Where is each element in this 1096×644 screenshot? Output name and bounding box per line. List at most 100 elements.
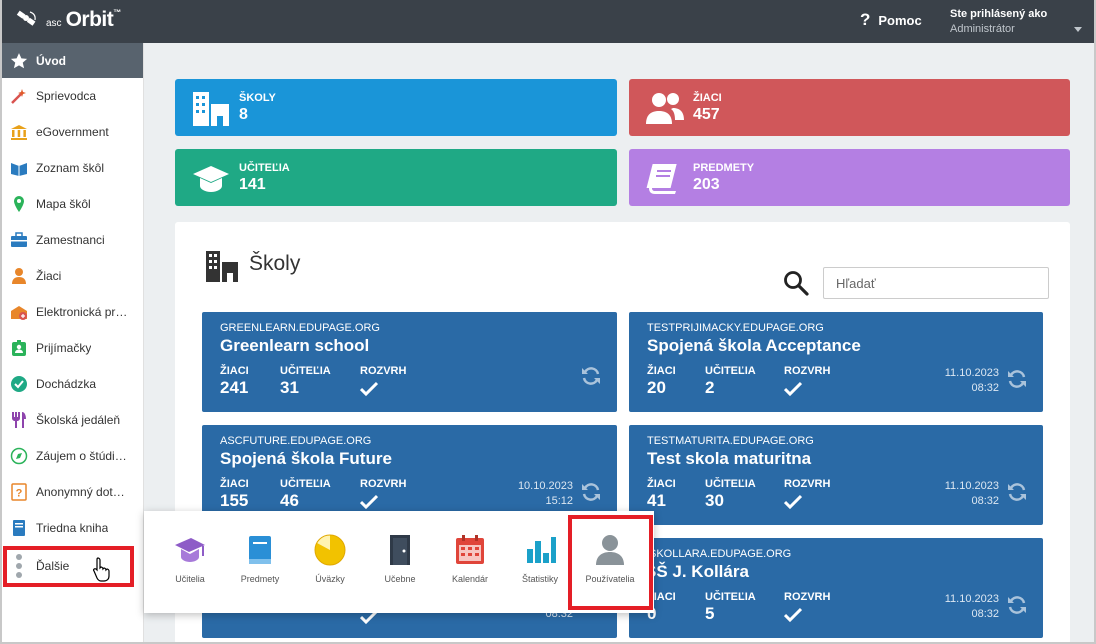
classroom-door-icon: [390, 535, 410, 565]
hand-cursor-icon: [93, 557, 110, 582]
ziaci-count: 241: [220, 378, 249, 397]
compass-icon: [10, 447, 28, 465]
app-logo[interactable]: asc Orbit™: [16, 8, 121, 32]
ziaci-count: 41: [647, 491, 666, 510]
stat-value: 457: [693, 106, 720, 123]
admissions-icon: [10, 339, 28, 357]
government-icon: [10, 123, 28, 141]
school-card[interactable]: TESTMATURITA.EDUPAGE.ORG Test skola matu…: [629, 425, 1043, 525]
ziaci-label: ŽIACI: [647, 365, 676, 377]
refresh-icon[interactable]: [1007, 482, 1027, 502]
rozvrh-label: ROZVRH: [784, 591, 831, 603]
stat-value: 8: [239, 106, 248, 123]
ucitelia-count: 31: [280, 378, 299, 397]
last-sync-time: 10.10.2023 15:12: [518, 479, 573, 509]
sync-date: 10.10.2023: [517, 480, 573, 492]
svg-text:?: ?: [16, 488, 23, 500]
stat-label: ŠKOLY: [239, 92, 276, 104]
stat-tile-ziaci[interactable]: ŽIACI 457: [629, 79, 1070, 136]
refresh-icon[interactable]: [581, 482, 601, 502]
sync-time: 08:32: [971, 495, 999, 507]
sidebar-item-label: Školská jedáleň: [36, 413, 121, 427]
sidebar-item-prijimacky[interactable]: Prijímačky: [2, 330, 143, 366]
chevron-down-icon[interactable]: [1074, 27, 1082, 32]
briefcase-icon: [10, 231, 28, 249]
top-bar: asc Orbit™ ? Pomoc Ste prihlásený ako Ad…: [2, 0, 1094, 43]
school-card[interactable]: ASCFUTURE.EDUPAGE.ORG Spojená škola Futu…: [202, 425, 617, 525]
menu-item-ucitelia[interactable]: Učitelia: [155, 533, 225, 584]
school-domain: GREENLEARN.EDUPAGE.ORG: [220, 322, 380, 334]
menu-item-kalendar[interactable]: Kalendár: [435, 533, 505, 584]
sidebar-item-label: Žiaci: [36, 269, 62, 283]
sidebar-item-egovernment[interactable]: eGovernment: [2, 114, 143, 150]
sidebar-item-triedna-kniha[interactable]: Triedna kniha: [2, 510, 143, 546]
stat-tile-skoly[interactable]: ŠKOLY 8: [175, 79, 617, 136]
sidebar-item-skolska-jedalen[interactable]: Školská jedáleň: [2, 402, 143, 438]
menu-item-predmety[interactable]: Predmety: [225, 533, 295, 584]
rozvrh-label: ROZVRH: [360, 365, 407, 377]
sidebar-item-label: Dochádzka: [36, 377, 97, 391]
sync-date: 11.10.2023: [944, 480, 999, 492]
menu-item-label: Štatistiky: [521, 574, 558, 584]
user-menu[interactable]: Ste prihlásený ako Administrátor: [950, 8, 1047, 35]
sidebar-item-dochadzka[interactable]: Dochádzka: [2, 366, 143, 402]
highlight-pouzivatelia: [568, 515, 653, 610]
sidebar-item-mapa-skol[interactable]: Mapa škôl: [2, 186, 143, 222]
sidebar-item-label: Prijímačky: [36, 341, 92, 355]
menu-item-statistiky[interactable]: Štatistiky: [505, 533, 575, 584]
ziaci-count: 20: [647, 378, 666, 397]
menu-item-label: Učitelia: [175, 574, 205, 584]
menu-item-label: Úväzky: [315, 574, 345, 584]
stat-tile-ucitelia[interactable]: UČITEĽIA 141: [175, 149, 617, 206]
search-icon[interactable]: [783, 270, 809, 296]
menu-item-ucebne[interactable]: Učebne: [365, 533, 435, 584]
school-domain: SKOLLARA.EDUPAGE.ORG: [649, 548, 792, 560]
logo-name-text: Orbit: [65, 8, 114, 31]
wand-icon: [10, 87, 28, 105]
sidebar-item-label: Úvod: [36, 53, 66, 68]
last-sync-time: 11.10.2023 08:32: [945, 479, 999, 509]
refresh-icon[interactable]: [581, 366, 601, 386]
survey-icon: ?: [10, 483, 28, 501]
school-card[interactable]: SKOLLARA.EDUPAGE.ORG ŠŠ J. Kollára ŽIACI…: [629, 538, 1043, 638]
sidebar-item-label: Anonymný dot…: [36, 485, 125, 499]
check-icon: [359, 494, 379, 510]
logo-tm: ™: [113, 8, 121, 17]
menu-item-label: Kalendár: [451, 574, 489, 584]
sidebar-item-zamestnanci[interactable]: Zamestnanci: [2, 222, 143, 258]
sidebar-item-sprievodca[interactable]: Sprievodca: [2, 78, 143, 114]
calendar-icon: [456, 535, 484, 564]
stat-tile-predmety[interactable]: PREDMETY 203: [629, 149, 1070, 206]
logo-name: Orbit™: [65, 8, 122, 32]
sync-time: 08:32: [971, 608, 999, 620]
highlight-dalsie: [3, 546, 134, 587]
buildings-icon: [193, 92, 229, 126]
sidebar-item-ziaci[interactable]: Žiaci: [2, 258, 143, 294]
sidebar-item-label: Mapa škôl: [36, 197, 91, 211]
sidebar-item-label: Sprievodca: [36, 89, 97, 103]
sidebar-item-elektronicka-prihlaska[interactable]: Elektronická pr…: [2, 294, 143, 330]
sidebar-item-zoznam-skol[interactable]: Zoznam škôl: [2, 150, 143, 186]
school-card[interactable]: TESTPRIJIMACKY.EDUPAGE.ORG Spojená škola…: [629, 312, 1043, 412]
school-name: ŠŠ J. Kollára: [645, 562, 749, 581]
help-button[interactable]: ? Pomoc: [860, 10, 922, 30]
sidebar-item-label: Triedna kniha: [36, 521, 109, 535]
school-card[interactable]: GREENLEARN.EDUPAGE.ORG Greenlearn school…: [202, 312, 617, 412]
check-icon: [783, 607, 803, 623]
sidebar-item-uvod[interactable]: Úvod: [2, 43, 143, 78]
book-icon: [646, 164, 677, 194]
sidebar-item-zaujem-o-studium[interactable]: Záujem o štúdi…: [2, 438, 143, 474]
sidebar-item-anonymny-dotaznik[interactable]: ? Anonymný dot…: [2, 474, 143, 510]
ucitelia-count: 2: [705, 378, 715, 397]
stat-label: UČITEĽIA: [239, 162, 290, 174]
ucitelia-count: 5: [705, 604, 715, 623]
search-input[interactable]: [823, 267, 1049, 299]
rozvrh-label: ROZVRH: [784, 365, 831, 377]
user-role: Administrátor: [950, 23, 1015, 35]
refresh-icon[interactable]: [1007, 595, 1027, 615]
menu-item-uvazky[interactable]: Úväzky: [295, 533, 365, 584]
sidebar-item-label: eGovernment: [36, 125, 109, 139]
menu-item-label: Učebne: [384, 574, 416, 584]
refresh-icon[interactable]: [1007, 369, 1027, 389]
ucitelia-label: UČITEĽIA: [705, 365, 756, 377]
